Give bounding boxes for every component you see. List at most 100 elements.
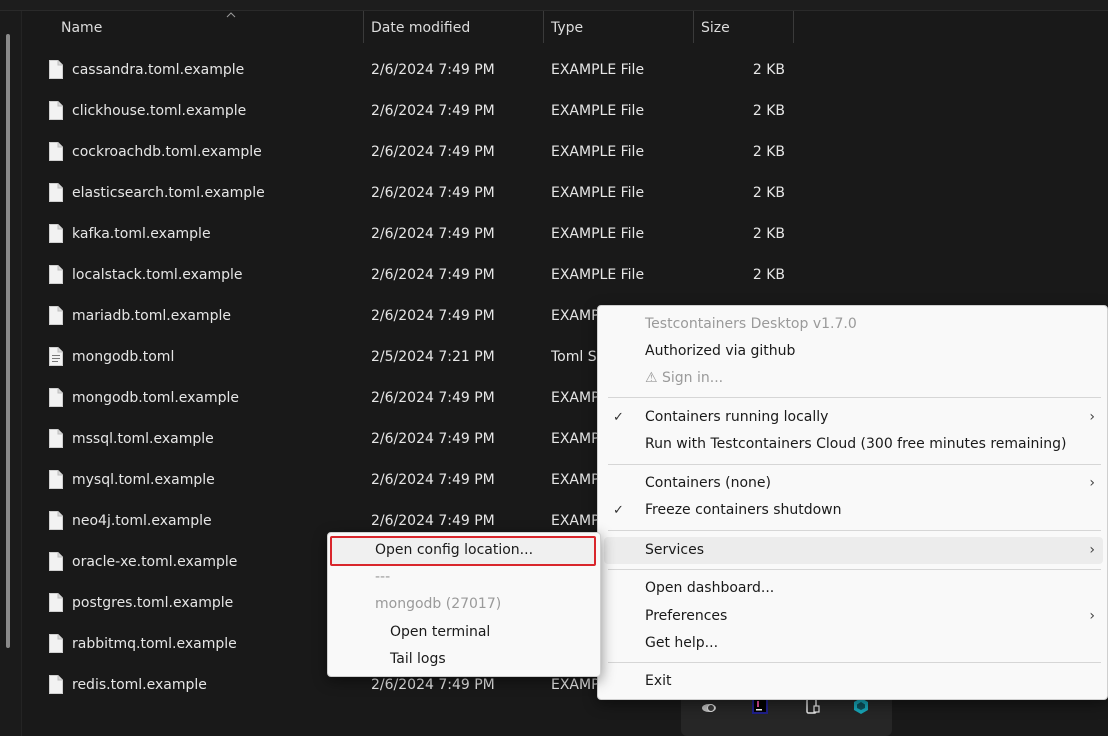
file-date-modified: 2/6/2024 7:49 PM bbox=[371, 390, 495, 406]
column-header-date[interactable]: Date modified bbox=[363, 11, 470, 45]
submenu-separator-text: --- bbox=[375, 569, 391, 585]
file-name: localstack.toml.example bbox=[72, 267, 243, 283]
file-icon bbox=[49, 429, 63, 448]
file-size: 2 KB bbox=[752, 62, 785, 78]
file-size: 2 KB bbox=[752, 185, 785, 201]
file-row[interactable]: clickhouse.toml.example 2/6/2024 7:49 PM E… bbox=[22, 91, 802, 132]
menu-item-exit[interactable]: Exit bbox=[598, 668, 1107, 695]
file-date-modified: 2/6/2024 7:49 PM bbox=[371, 103, 495, 119]
menu-item-authorized[interactable]: Authorized via github bbox=[598, 338, 1107, 365]
column-header-name[interactable]: Name bbox=[53, 11, 102, 45]
menu-item-open-terminal[interactable]: Open terminal bbox=[328, 619, 600, 646]
file-date-modified: 2/6/2024 7:49 PM bbox=[371, 267, 495, 283]
check-icon: ✓ bbox=[613, 410, 624, 425]
file-name: redis.toml.example bbox=[72, 677, 207, 693]
file-size: 2 KB bbox=[752, 226, 785, 242]
services-submenu: Open config location... --- mongodb (270… bbox=[327, 532, 601, 677]
menu-item-mongodb-header: mongodb (27017) bbox=[375, 596, 502, 612]
file-row[interactable]: localstack.toml.example 2/6/2024 7:49 PM E… bbox=[22, 255, 802, 296]
file-icon bbox=[49, 265, 63, 284]
file-name: rabbitmq.toml.example bbox=[72, 636, 237, 652]
menu-item-open-config-location[interactable]: Open config location... bbox=[328, 537, 600, 564]
file-date-modified: 2/6/2024 7:49 PM bbox=[371, 431, 495, 447]
file-type: EXAMPLE File bbox=[551, 185, 645, 201]
text-file-icon bbox=[49, 347, 63, 366]
file-date-modified: 2/5/2024 7:21 PM bbox=[371, 349, 495, 365]
file-list-header: Name Date modified Type Size bbox=[22, 11, 802, 45]
chevron-right-icon: › bbox=[1089, 409, 1095, 425]
file-date-modified: 2/6/2024 7:49 PM bbox=[371, 308, 495, 324]
column-header-size[interactable]: Size bbox=[693, 11, 730, 45]
check-icon: ✓ bbox=[613, 503, 624, 518]
file-size: 2 KB bbox=[752, 144, 785, 160]
menu-item-tail-logs[interactable]: Tail logs bbox=[328, 646, 600, 673]
chevron-right-icon: › bbox=[1089, 475, 1095, 491]
file-name: mongodb.toml bbox=[72, 349, 175, 365]
sort-ascending-icon bbox=[226, 12, 236, 18]
menu-separator bbox=[608, 569, 1101, 570]
file-type: EXAMPLE File bbox=[551, 144, 645, 160]
file-icon bbox=[49, 142, 63, 161]
menu-item-sign-in[interactable]: ⚠ Sign in... bbox=[598, 365, 1107, 392]
menu-item-open-dashboard[interactable]: Open dashboard... bbox=[598, 575, 1107, 602]
file-name: oracle-xe.toml.example bbox=[72, 554, 238, 570]
file-type: EXAMPLE File bbox=[551, 226, 645, 242]
file-name: mysql.toml.example bbox=[72, 472, 215, 488]
menu-separator bbox=[608, 530, 1101, 531]
file-type: EXAMPLE File bbox=[551, 103, 645, 119]
file-name: postgres.toml.example bbox=[72, 595, 234, 611]
menu-separator bbox=[608, 662, 1101, 663]
navigation-pane-edge bbox=[0, 11, 22, 736]
menu-separator bbox=[608, 464, 1101, 465]
file-name: kafka.toml.example bbox=[72, 226, 211, 242]
column-header-type[interactable]: Type bbox=[543, 11, 583, 45]
file-name: mariadb.toml.example bbox=[72, 308, 231, 324]
file-row[interactable]: cassandra.toml.example 2/6/2024 7:49 PM EX… bbox=[22, 50, 802, 91]
file-name: neo4j.toml.example bbox=[72, 513, 212, 529]
file-name: elasticsearch.toml.example bbox=[72, 185, 265, 201]
file-icon bbox=[49, 470, 63, 489]
file-icon bbox=[49, 511, 63, 530]
file-type: EXAMPLE File bbox=[551, 62, 645, 78]
file-icon bbox=[49, 388, 63, 407]
file-size: 2 KB bbox=[752, 103, 785, 119]
file-size: 2 KB bbox=[752, 267, 785, 283]
file-icon bbox=[49, 224, 63, 243]
file-name: cockroachdb.toml.example bbox=[72, 144, 262, 160]
file-date-modified: 2/6/2024 7:49 PM bbox=[371, 62, 495, 78]
file-icon bbox=[49, 306, 63, 325]
file-name: mssql.toml.example bbox=[72, 431, 214, 447]
menu-item-containers-running-locally[interactable]: ✓ Containers running locally › bbox=[598, 404, 1107, 431]
file-name: clickhouse.toml.example bbox=[72, 103, 247, 119]
chevron-right-icon: › bbox=[1089, 542, 1095, 558]
column-divider[interactable] bbox=[793, 11, 794, 43]
window-top-border bbox=[0, 0, 1108, 11]
navigation-pane-scrollbar[interactable] bbox=[6, 34, 10, 648]
file-icon bbox=[49, 675, 63, 694]
file-row[interactable]: kafka.toml.example 2/6/2024 7:49 PM EXAMPL… bbox=[22, 214, 802, 255]
file-row[interactable]: elasticsearch.toml.example 2/6/2024 7:49 … bbox=[22, 173, 802, 214]
menu-item-get-help[interactable]: Get help... bbox=[598, 630, 1107, 657]
testcontainers-tray-menu: Testcontainers Desktop v1.7.0 Authorized… bbox=[597, 305, 1108, 700]
file-icon bbox=[49, 552, 63, 571]
file-name: cassandra.toml.example bbox=[72, 62, 245, 78]
menu-item-run-with-cloud[interactable]: Run with Testcontainers Cloud (300 free … bbox=[598, 431, 1107, 458]
menu-item-app-version: Testcontainers Desktop v1.7.0 bbox=[645, 316, 857, 332]
file-date-modified: 2/6/2024 7:49 PM bbox=[371, 226, 495, 242]
file-row[interactable]: cockroachdb.toml.example 2/6/2024 7:49 PM… bbox=[22, 132, 802, 173]
menu-item-services[interactable]: Services › bbox=[604, 537, 1103, 564]
file-icon bbox=[49, 183, 63, 202]
file-name: mongodb.toml.example bbox=[72, 390, 240, 406]
file-icon bbox=[49, 593, 63, 612]
file-icon bbox=[49, 101, 63, 120]
menu-item-freeze-containers[interactable]: ✓ Freeze containers shutdown bbox=[598, 497, 1107, 524]
file-type: EXAMPLE File bbox=[551, 267, 645, 283]
menu-item-containers-none[interactable]: Containers (none) › bbox=[598, 470, 1107, 497]
chevron-right-icon: › bbox=[1089, 608, 1095, 624]
file-icon bbox=[49, 634, 63, 653]
menu-item-preferences[interactable]: Preferences › bbox=[598, 603, 1107, 630]
menu-separator bbox=[608, 397, 1101, 398]
file-date-modified: 2/6/2024 7:49 PM bbox=[371, 472, 495, 488]
file-icon bbox=[49, 60, 63, 79]
file-date-modified: 2/6/2024 7:49 PM bbox=[371, 185, 495, 201]
